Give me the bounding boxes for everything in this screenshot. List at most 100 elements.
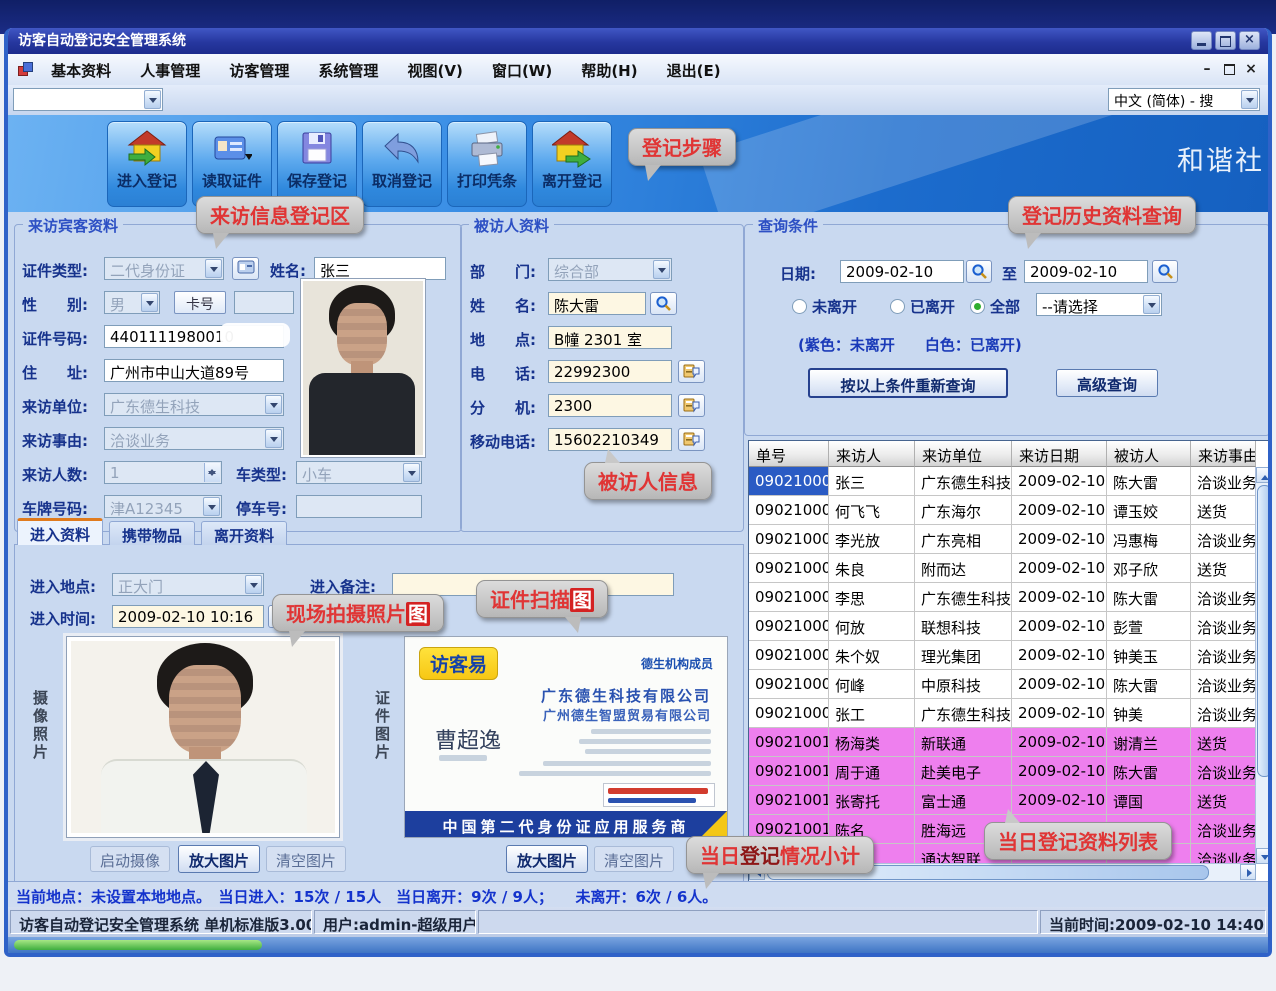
scrollbar-thumb[interactable] [1257,485,1272,777]
table-cell[interactable]: 洽谈业务 [1191,467,1256,496]
table-cell[interactable]: 送货 [1191,554,1256,583]
table-row[interactable]: 090210001张三广东德生科技2009-02-10陈大雷洽谈业务 [749,467,1272,496]
table-cell[interactable]: 2009-02-10 [1012,612,1107,641]
clear-scan-button[interactable]: 清空图片 [594,846,674,872]
dial-phone-icon[interactable] [678,360,705,383]
table-cell[interactable]: 钟美 [1107,699,1191,728]
table-cell[interactable]: 090210002 [749,496,829,525]
table-cell[interactable]: 2009-02-10 [1012,670,1107,699]
table-cell[interactable]: 090210005 [749,583,829,612]
dial-ext-icon[interactable] [678,394,705,417]
table-row[interactable]: 090210007朱个奴理光集团2009-02-10钟美玉洽谈业务 [749,641,1272,670]
table-cell[interactable]: 赴美电子 [915,757,1012,786]
visitor-name-input[interactable]: 张三 [314,257,446,280]
table-cell[interactable]: 钟美玉 [1107,641,1191,670]
table-cell[interactable]: 陈大雷 [1107,583,1191,612]
enter-register-button[interactable]: 进入登记 [107,121,187,207]
read-card-button[interactable]: 读取证件 [192,121,272,207]
table-cell[interactable]: 洽谈业务 [1191,757,1256,786]
table-cell[interactable]: 广东海尔 [915,496,1012,525]
cert-type-combo[interactable]: 二代身份证 [104,257,224,280]
menu-window[interactable]: 窗口(W) [480,54,564,81]
table-cell[interactable]: 洽谈业务 [1191,699,1256,728]
table-row[interactable]: 090210002何飞飞广东海尔2009-02-10谭玉姣送货 [749,496,1272,525]
chevron-down-icon[interactable] [203,497,220,516]
enlarge-photo-button[interactable]: 放大图片 [178,845,260,873]
menu-visitor[interactable]: 访客管理 [217,54,301,81]
table-cell[interactable]: 洽谈业务 [1191,612,1256,641]
table-cell[interactable]: 广东德生科技 [915,699,1012,728]
tab-carried-items[interactable]: 携带物品 [109,521,195,545]
close-icon[interactable]: × [1239,31,1260,50]
table-row[interactable]: 090210006何放联想科技2009-02-10彭萱洽谈业务 [749,612,1272,641]
date-from-picker-icon[interactable] [966,260,992,283]
column-header[interactable]: 来访日期 [1012,441,1107,467]
enlarge-scan-button[interactable]: 放大图片 [506,845,588,873]
chevron-down-icon[interactable] [653,260,670,279]
interviewee-name-input[interactable]: 陈大雷 [548,292,646,315]
table-cell[interactable]: 张工 [829,699,915,728]
table-cell[interactable]: 2009-02-10 [1012,554,1107,583]
table-cell[interactable]: 洽谈业务 [1191,525,1256,554]
clear-photo-button[interactable]: 清空图片 [266,846,346,872]
table-cell[interactable]: 090210003 [749,525,829,554]
table-cell[interactable]: 广东亮相 [915,525,1012,554]
table-cell[interactable]: 谢清兰 [1107,728,1191,757]
dept-combo[interactable]: 综合部 [548,258,672,281]
table-cell[interactable]: 张三 [829,467,915,496]
mdi-restore-icon[interactable] [1220,60,1238,78]
table-cell[interactable]: 联想科技 [915,612,1012,641]
location-input[interactable]: B幢 2301 室 [548,326,672,349]
requery-button[interactable]: 按以上条件重新查询 [808,368,1008,398]
table-cell[interactable]: 090210001 [749,467,829,496]
table-row[interactable]: 090210010杨海类新联通2009-02-10谢清兰送货 [749,728,1272,757]
table-cell[interactable]: 2009-02-10 [1012,641,1107,670]
entry-time-input[interactable]: 2009-02-10 10:16 [112,605,264,628]
table-cell[interactable]: 送货 [1191,496,1256,525]
table-cell[interactable]: 2009-02-10 [1012,786,1107,815]
table-cell[interactable]: 090210009 [749,699,829,728]
date-to-picker-icon[interactable] [1152,260,1178,283]
table-cell[interactable]: 洽谈业务 [1191,583,1256,612]
table-cell[interactable]: 何放 [829,612,915,641]
menu-help[interactable]: 帮助(H) [569,54,649,81]
entry-place-combo[interactable]: 正大门 [112,573,264,596]
table-row[interactable]: 090210011周于通赴美电子2009-02-10陈大雷洽谈业务 [749,757,1272,786]
table-cell[interactable]: 富士通 [915,786,1012,815]
table-cell[interactable]: 理光集团 [915,641,1012,670]
cancel-register-button[interactable]: 取消登记 [362,121,442,207]
column-header[interactable]: 来访人 [829,441,915,467]
table-cell[interactable]: 2009-02-10 [1012,467,1107,496]
table-cell[interactable]: 何飞飞 [829,496,915,525]
tab-leave-info[interactable]: 离开资料 [201,521,287,545]
table-cell[interactable]: 广东德生科技 [915,583,1012,612]
chevron-down-icon[interactable] [403,463,420,482]
radio-left[interactable]: 已离开 [890,296,955,312]
mdi-minimize-icon[interactable]: – [1198,60,1216,78]
table-cell[interactable]: 送货 [1191,728,1256,757]
advanced-query-button[interactable]: 高级查询 [1056,369,1158,397]
language-combo[interactable]: 中文 (简体) - 搜 [1108,88,1260,111]
table-cell[interactable]: 陈大雷 [1107,670,1191,699]
menu-hr[interactable]: 人事管理 [128,54,212,81]
card-no-input[interactable] [234,291,294,314]
table-row[interactable]: 090210009张工广东德生科技2009-02-10钟美洽谈业务 [749,699,1272,728]
table-cell[interactable]: 090210004 [749,554,829,583]
visit-unit-combo[interactable]: 广东德生科技 [104,393,284,416]
table-row[interactable]: 090210005李思广东德生科技2009-02-10陈大雷洽谈业务 [749,583,1272,612]
table-cell[interactable]: 周于通 [829,757,915,786]
chevron-down-icon[interactable] [205,259,222,278]
card-reader-icon[interactable] [232,257,259,280]
table-cell[interactable]: 冯惠梅 [1107,525,1191,554]
chevron-down-icon[interactable] [1143,295,1160,314]
table-cell[interactable]: 何峰 [829,670,915,699]
tab-entry-info[interactable]: 进入资料 [17,518,103,545]
start-camera-button[interactable]: 启动摄像 [90,846,170,872]
save-register-button[interactable]: 保存登记 [277,121,357,207]
plate-combo[interactable]: 津A12345 [104,495,222,518]
column-header[interactable]: 单号 [749,441,829,467]
chevron-down-icon[interactable] [265,429,282,448]
table-cell[interactable]: 中原科技 [915,670,1012,699]
table-cell[interactable]: 洽谈业务 [1191,641,1256,670]
chevron-down-icon[interactable] [144,90,161,109]
